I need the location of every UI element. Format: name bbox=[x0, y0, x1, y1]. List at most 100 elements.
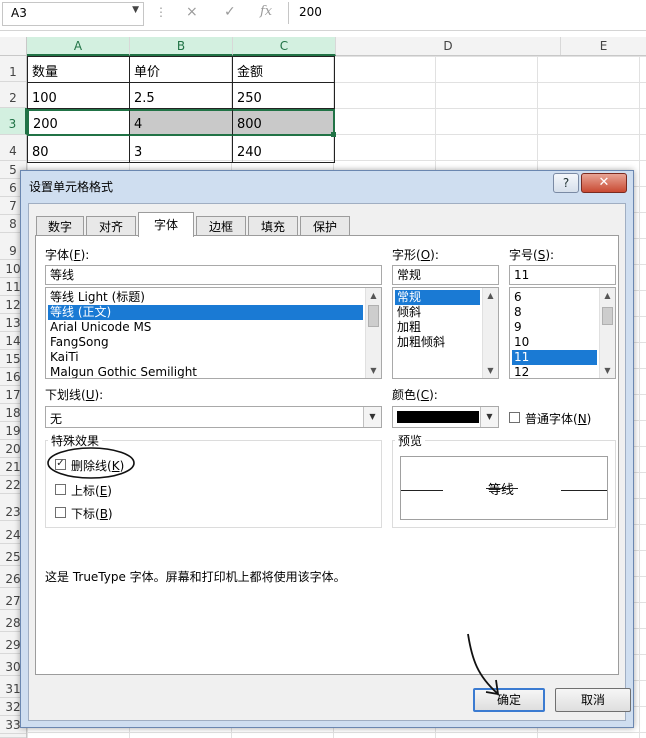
list-item-selected[interactable]: 常规 bbox=[395, 290, 480, 305]
superscript-checkbox[interactable] bbox=[55, 484, 66, 495]
row-header[interactable]: 3 bbox=[0, 108, 27, 135]
cancel-button[interactable]: 取消 bbox=[555, 688, 631, 712]
fill-handle[interactable] bbox=[331, 132, 336, 137]
column-header-d[interactable]: D bbox=[336, 37, 561, 55]
list-item[interactable]: 等线 Light (标题) bbox=[48, 290, 145, 305]
preview-box: 等线 bbox=[400, 456, 608, 520]
cell-b1[interactable]: 单价 bbox=[130, 56, 233, 83]
scroll-down-icon[interactable]: ▼ bbox=[366, 363, 381, 378]
scroll-up-icon[interactable]: ▲ bbox=[600, 288, 615, 303]
size-list-scrollbar[interactable]: ▲ ▼ bbox=[599, 288, 615, 378]
list-item[interactable]: FangSong bbox=[48, 335, 109, 350]
row-header[interactable]: 4 bbox=[0, 135, 26, 161]
column-header-c[interactable]: C bbox=[233, 37, 336, 56]
cancel-icon[interactable]: × bbox=[186, 4, 198, 20]
scroll-down-icon[interactable]: ▼ bbox=[600, 363, 615, 378]
scroll-thumb[interactable] bbox=[602, 307, 613, 325]
tab-border[interactable]: 边框 bbox=[196, 216, 246, 236]
font-input[interactable]: 等线 bbox=[45, 265, 382, 285]
insert-function-icon[interactable]: fx bbox=[260, 4, 272, 19]
row-header[interactable]: 34 bbox=[0, 734, 26, 738]
dialog-title: 设置单元格格式 bbox=[29, 180, 114, 194]
cell-c1[interactable]: 金额 bbox=[233, 56, 335, 83]
list-item-selected[interactable]: 11 bbox=[512, 350, 597, 365]
chevron-down-icon[interactable]: ▼ bbox=[132, 5, 139, 15]
list-item[interactable]: 8 bbox=[512, 305, 522, 320]
preview-group-title: 预览 bbox=[395, 432, 426, 449]
style-label: 字形(O): bbox=[392, 248, 439, 262]
name-box-value: A3 bbox=[11, 6, 27, 20]
chevron-down-icon[interactable]: ▼ bbox=[363, 407, 381, 427]
cell-a2[interactable]: 100 bbox=[27, 83, 130, 109]
font-list-scrollbar[interactable]: ▲ ▼ bbox=[365, 288, 381, 378]
list-item[interactable]: 9 bbox=[512, 320, 522, 335]
format-cells-dialog: 设置单元格格式 ? ✕ 数字 对齐 字体 边框 填充 保护 字体(F): 等线 … bbox=[20, 170, 634, 728]
tab-font[interactable]: 字体 bbox=[138, 212, 194, 237]
ok-button[interactable]: 确定 bbox=[473, 688, 545, 712]
row-header[interactable]: 2 bbox=[0, 82, 26, 108]
cell-a4[interactable]: 80 bbox=[27, 136, 130, 163]
scroll-thumb[interactable] bbox=[368, 305, 379, 327]
cell-c4[interactable]: 240 bbox=[233, 136, 335, 163]
tab-number[interactable]: 数字 bbox=[36, 216, 84, 236]
size-input[interactable]: 11 bbox=[509, 265, 616, 285]
font-list[interactable]: 等线 Light (标题) 等线 (正文) Arial Unicode MS F… bbox=[45, 287, 382, 379]
formula-input[interactable]: 200 bbox=[288, 2, 645, 24]
cell-c3[interactable]: 800 bbox=[233, 109, 335, 136]
tab-protection[interactable]: 保护 bbox=[300, 216, 350, 236]
font-label: 字体(F): bbox=[45, 248, 90, 262]
color-label: 颜色(C): bbox=[392, 388, 438, 402]
help-button[interactable]: ? bbox=[553, 173, 579, 193]
font-tab-panel: 字体(F): 等线 等线 Light (标题) 等线 (正文) Arial Un… bbox=[35, 235, 619, 675]
tab-alignment[interactable]: 对齐 bbox=[86, 216, 136, 236]
subscript-checkbox[interactable] bbox=[55, 507, 66, 518]
preview-baseline-right bbox=[561, 490, 607, 491]
cell-a1[interactable]: 数量 bbox=[27, 56, 130, 83]
cell-a3[interactable]: 200 bbox=[27, 109, 130, 136]
scroll-up-icon[interactable]: ▲ bbox=[483, 288, 498, 303]
chevron-down-icon[interactable]: ▼ bbox=[480, 407, 498, 427]
normal-font-checkbox[interactable] bbox=[509, 412, 520, 423]
normal-font-label[interactable]: 普通字体(N) bbox=[525, 410, 591, 427]
list-item[interactable]: KaiTi bbox=[48, 350, 79, 365]
list-item-selected[interactable]: 等线 (正文) bbox=[48, 305, 363, 320]
column-header-a[interactable]: A bbox=[27, 37, 130, 56]
tab-fill[interactable]: 填充 bbox=[248, 216, 298, 236]
name-box[interactable]: A3 ▼ bbox=[2, 2, 144, 26]
color-picker[interactable]: ▼ bbox=[392, 406, 499, 428]
close-button[interactable]: ✕ bbox=[581, 173, 627, 193]
scroll-down-icon[interactable]: ▼ bbox=[483, 363, 498, 378]
list-item[interactable]: 倾斜 bbox=[395, 305, 421, 320]
size-list[interactable]: 6 8 9 10 11 12 ▲ ▼ bbox=[509, 287, 616, 379]
list-item[interactable]: Malgun Gothic Semilight bbox=[48, 365, 197, 378]
cell-c2[interactable]: 250 bbox=[233, 83, 335, 109]
dialog-body: 数字 对齐 字体 边框 填充 保护 字体(F): 等线 等线 Light (标题… bbox=[28, 203, 631, 721]
select-all-corner[interactable] bbox=[0, 37, 27, 55]
list-item[interactable]: 6 bbox=[512, 290, 522, 305]
list-item[interactable]: 10 bbox=[512, 335, 529, 350]
column-header-b[interactable]: B bbox=[130, 37, 233, 56]
strikethrough-checkbox[interactable]: ✓ bbox=[55, 459, 66, 470]
font-info-text: 这是 TrueType 字体。屏幕和打印机上都将使用该字体。 bbox=[45, 570, 346, 584]
strikethrough-label[interactable]: 删除线(K) bbox=[71, 457, 124, 474]
subscript-label[interactable]: 下标(B) bbox=[71, 505, 113, 522]
row-header[interactable]: 1 bbox=[0, 56, 26, 82]
size-label: 字号(S): bbox=[509, 248, 555, 262]
cell-b2[interactable]: 2.5 bbox=[130, 83, 233, 109]
underline-value: 无 bbox=[50, 412, 63, 426]
superscript-label[interactable]: 上标(E) bbox=[71, 482, 112, 499]
dialog-title-bar[interactable]: 设置单元格格式 ? ✕ bbox=[21, 171, 633, 199]
cell-b3[interactable]: 4 bbox=[130, 109, 233, 136]
list-item[interactable]: 加粗 bbox=[395, 320, 421, 335]
style-list-scrollbar[interactable]: ▲ ▼ bbox=[482, 288, 498, 378]
style-list[interactable]: 常规 倾斜 加粗 加粗倾斜 ▲ ▼ bbox=[392, 287, 499, 379]
column-header-e[interactable]: E bbox=[561, 37, 646, 55]
style-input[interactable]: 常规 bbox=[392, 265, 499, 285]
enter-icon[interactable]: ✓ bbox=[224, 4, 236, 20]
scroll-up-icon[interactable]: ▲ bbox=[366, 288, 381, 303]
cell-b4[interactable]: 3 bbox=[130, 136, 233, 163]
list-item[interactable]: 加粗倾斜 bbox=[395, 335, 445, 350]
underline-select[interactable]: 无 ▼ bbox=[45, 406, 382, 428]
list-item[interactable]: Arial Unicode MS bbox=[48, 320, 151, 335]
list-item[interactable]: 12 bbox=[512, 365, 529, 378]
